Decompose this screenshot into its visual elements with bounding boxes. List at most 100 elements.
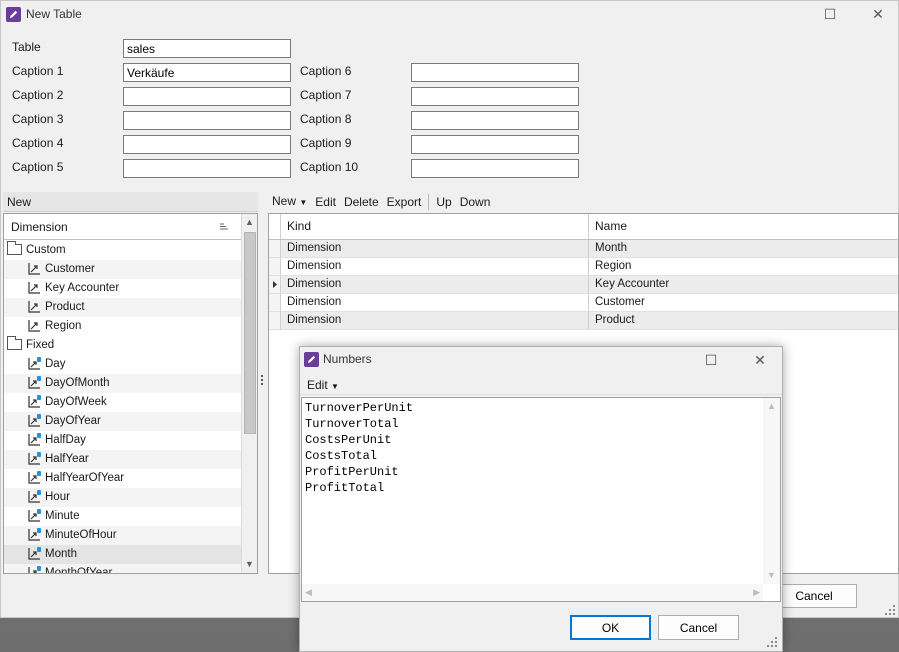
name-cell[interactable]: Region [590,258,898,275]
grid-header-row: Kind Name [269,214,898,240]
panel-splitter-grip[interactable] [260,375,264,387]
left-panel-header[interactable]: New [3,192,258,212]
row-selector[interactable] [269,312,281,329]
numbers-line: TurnoverPerUnit [305,401,414,415]
numbers-dialog-title: Numbers [323,352,372,366]
scroll-down-arrow-icon[interactable]: ▼ [242,556,257,573]
tree-group-custom[interactable]: Custom [4,241,241,260]
numbers-vertical-scrollbar[interactable]: ▲ ▼ [763,398,780,584]
tree-item[interactable]: DayOfMonth [4,374,241,393]
toolbar-down-button[interactable]: Down [456,193,495,211]
name-cell[interactable]: Product [590,312,898,329]
caption-10-input[interactable] [411,159,579,178]
name-cell[interactable]: Month [590,240,898,257]
grid-row[interactable]: Dimension Product [269,312,898,330]
scroll-up-arrow-icon[interactable]: ▲ [763,398,780,415]
tree-item[interactable]: HalfDay [4,431,241,450]
name-cell[interactable]: Key Accounter [590,276,898,293]
tree-item[interactable]: Key Accounter [4,279,241,298]
tree-item[interactable]: MinuteOfHour [4,526,241,545]
toolbar-export-button[interactable]: Export [383,193,426,211]
tree-item[interactable]: Customer [4,260,241,279]
tree-item[interactable]: DayOfWeek [4,393,241,412]
sort-icon[interactable] [220,223,229,231]
caption-4-input[interactable] [123,135,291,154]
caption-3-input[interactable] [123,111,291,130]
close-button[interactable]: ✕ [869,7,887,21]
tree-scroll-thumb[interactable] [244,232,256,434]
caption-8-input[interactable] [411,111,579,130]
name-column-header[interactable]: Name [590,214,898,239]
tree-item-label: DayOfWeek [45,396,107,408]
tree-column-header[interactable]: Dimension [4,214,241,240]
numbers-cancel-button[interactable]: Cancel [658,615,739,640]
table-name-input[interactable] [123,39,291,58]
caption-7-input[interactable] [411,87,579,106]
caption-10-label: Caption 10 [300,160,359,174]
tree-item[interactable]: Month [4,545,241,564]
tree-item[interactable]: Product [4,298,241,317]
row-selector[interactable] [269,294,281,311]
tree-item[interactable]: MonthOfYear [4,564,241,573]
grid-row[interactable]: Dimension Key Accounter [269,276,898,294]
kind-cell[interactable]: Dimension [282,294,589,311]
tree-vertical-scrollbar[interactable]: ▲ ▼ [241,214,257,573]
tree-group-fixed[interactable]: Fixed [4,336,241,355]
kind-cell[interactable]: Dimension [282,258,589,275]
numbers-maximize-button[interactable]: ☐ [702,353,720,367]
kind-column-header[interactable]: Kind [282,214,589,239]
fixed-dimension-icon [27,490,41,504]
new-menu-label[interactable]: New [7,195,31,209]
numbers-lines[interactable]: TurnoverPerUnit TurnoverTotal CostsPerUnit… [302,398,780,498]
numbers-edit-menu[interactable]: Edit ▼ [303,376,343,396]
dimension-icon [27,319,41,333]
toolbar-edit-button[interactable]: Edit [311,193,340,211]
row-selector[interactable] [269,258,281,275]
tree-item-label: Product [45,301,85,313]
numbers-horizontal-scrollbar[interactable]: ◀ ▶ [302,584,763,601]
grid-row[interactable]: Dimension Region [269,258,898,276]
tree-item[interactable]: Minute [4,507,241,526]
tree-item-label: HalfYearOfYear [45,472,125,484]
numbers-ok-button[interactable]: OK [570,615,651,640]
tree-item[interactable]: HalfYearOfYear [4,469,241,488]
main-resize-grip-icon[interactable] [885,605,897,617]
main-cancel-button[interactable]: Cancel [771,584,857,608]
kind-cell[interactable]: Dimension [282,240,589,257]
numbers-text-area[interactable]: TurnoverPerUnit TurnoverTotal CostsPerUnit… [301,397,781,602]
caption-9-input[interactable] [411,135,579,154]
scroll-right-arrow-icon[interactable]: ▶ [753,584,760,601]
tree-item[interactable]: Hour [4,488,241,507]
maximize-button[interactable]: ☐ [821,7,839,21]
dimension-tree[interactable]: Dimension Custom Customer Key Accounter Pro… [3,213,258,574]
kind-cell[interactable]: Dimension [282,312,589,329]
toolbar-new-button[interactable]: New ▼ [268,192,311,212]
toolbar-up-button[interactable]: Up [432,193,455,211]
kind-cell[interactable]: Dimension [282,276,589,293]
grid-row[interactable]: Dimension Month [269,240,898,258]
row-selector[interactable] [269,276,281,293]
numbers-line: ProfitPerUnit [305,465,399,479]
numbers-close-button[interactable]: ✕ [751,353,769,367]
name-cell[interactable]: Customer [590,294,898,311]
toolbar-delete-button[interactable]: Delete [340,193,383,211]
scroll-left-arrow-icon[interactable]: ◀ [305,584,312,601]
numbers-resize-grip-icon[interactable] [767,637,779,649]
caption-6-input[interactable] [411,63,579,82]
tree-item-label: Customer [45,263,95,275]
tree-item[interactable]: DayOfYear [4,412,241,431]
tree-item[interactable]: Day [4,355,241,374]
scroll-up-arrow-icon[interactable]: ▲ [242,214,257,231]
tree-item-label: Minute [45,510,80,522]
caption-2-input[interactable] [123,87,291,106]
row-selector[interactable] [269,240,281,257]
grid-row[interactable]: Dimension Customer [269,294,898,312]
caption-1-input[interactable] [123,63,291,82]
dimension-icon [27,281,41,295]
dimension-icon [27,262,41,276]
tree-item[interactable]: HalfYear [4,450,241,469]
scroll-down-arrow-icon[interactable]: ▼ [763,567,780,584]
tree-item[interactable]: Region [4,317,241,336]
fixed-dimension-icon [27,376,41,390]
caption-5-input[interactable] [123,159,291,178]
